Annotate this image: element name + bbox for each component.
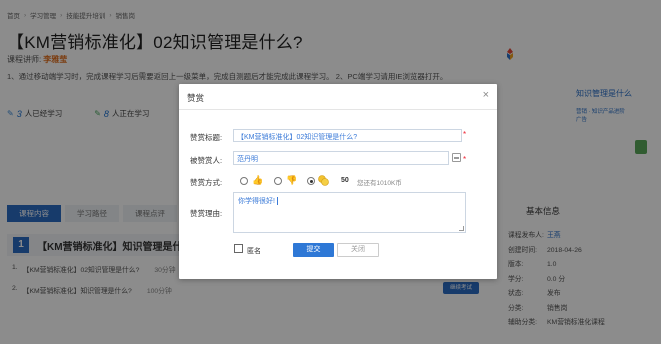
dialog-header: 赞赏 ×: [179, 84, 497, 110]
dialog-title: 赞赏: [187, 93, 205, 103]
submit-button[interactable]: 提交: [293, 243, 334, 257]
reward-dialog: 赞赏 × 赞赏标题: 【KM营销标准化】02知识管理是什么? * 被赞赏人: 范…: [179, 84, 497, 279]
reason-text: 你学得很好!: [238, 198, 275, 205]
reward-amount: 50: [341, 177, 349, 184]
coin-balance: 您还有1010K币: [357, 180, 402, 187]
coins-icon: [318, 175, 329, 186]
thumbs-down-icon: 👎: [286, 175, 298, 185]
reward-title-label: 赞赏标题:: [190, 133, 223, 142]
thumbs-up-icon: 👍: [252, 175, 264, 185]
recipient-label: 被赞赏人:: [190, 156, 223, 165]
reward-title-input[interactable]: 【KM营销标准化】02知识管理是什么?: [233, 129, 462, 142]
close-button[interactable]: 关闭: [337, 243, 379, 257]
resize-grip-icon[interactable]: [459, 226, 464, 231]
method-dislike-radio[interactable]: [274, 177, 282, 185]
reason-label: 赞赏理由:: [190, 209, 223, 218]
method-coin-radio[interactable]: [307, 177, 315, 185]
method-like-radio[interactable]: [240, 177, 248, 185]
required-mark: *: [463, 130, 467, 139]
close-icon[interactable]: ×: [483, 89, 489, 101]
anonymous-checkbox[interactable]: [234, 244, 243, 253]
reason-textarea[interactable]: 你学得很好!: [233, 192, 466, 233]
method-label: 赞赏方式:: [190, 178, 223, 187]
anonymous-label: 匿名: [247, 248, 261, 255]
recipient-input[interactable]: 范丹明: [233, 151, 449, 165]
text-caret: [276, 197, 278, 206]
select-user-icon[interactable]: [452, 153, 461, 162]
required-mark: *: [463, 155, 467, 164]
